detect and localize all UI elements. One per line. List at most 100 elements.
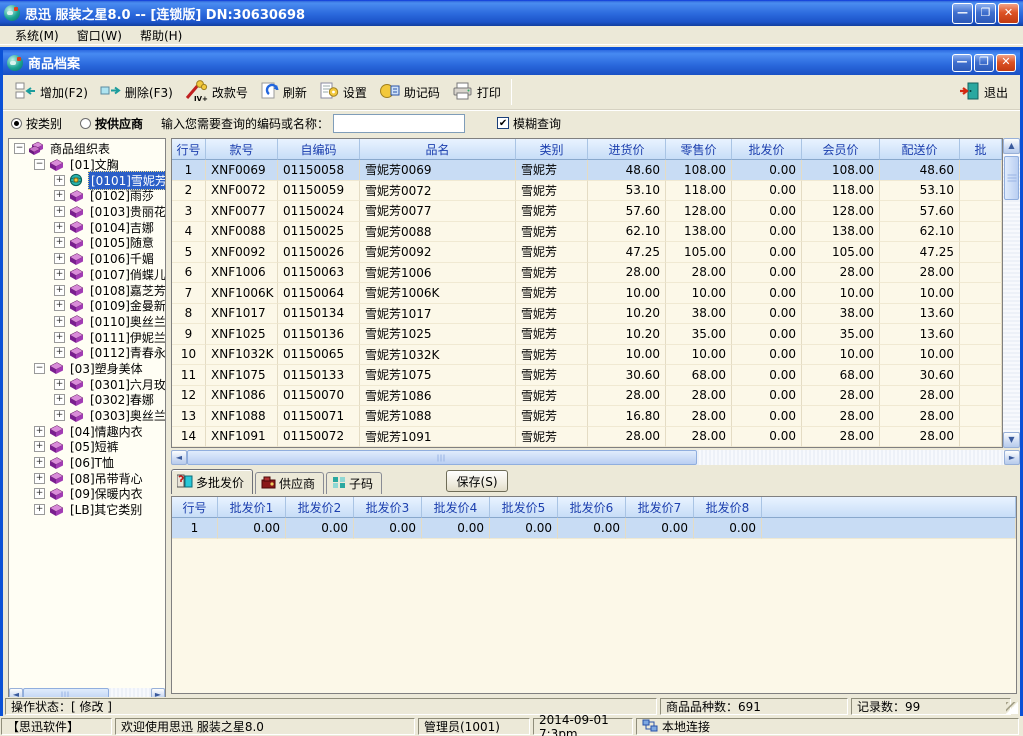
plus-expander-icon[interactable]: + (54, 285, 65, 296)
plus-expander-icon[interactable]: + (54, 237, 65, 248)
by-category-radio[interactable] (11, 118, 22, 129)
plus-expander-icon[interactable]: + (54, 269, 65, 280)
plus-expander-icon[interactable]: + (54, 394, 65, 405)
table-row[interactable]: 5XNF009201150026雪妮芳0092雪妮芳47.25105.000.0… (172, 242, 1002, 263)
mnemonic-button[interactable]: 助记码 (373, 77, 446, 107)
table-row[interactable]: 10.000.000.000.000.000.000.000.00 (172, 518, 1016, 538)
menu-help[interactable]: 帮助(H) (131, 26, 191, 45)
by-supplier-radio[interactable] (80, 118, 91, 129)
refresh-button[interactable]: 刷新 (254, 77, 313, 107)
product-table[interactable]: 行号款号自编码品名类别进货价零售价批发价会员价配送价批1XNF006901150… (171, 138, 1003, 448)
tree-item[interactable]: +[0106]千媚 (9, 251, 165, 267)
tree-item[interactable]: +[09]保暖内衣 (9, 486, 165, 502)
settings-button[interactable]: 设置 (313, 77, 373, 107)
tree-item[interactable]: +[05]短裤 (9, 439, 165, 455)
plus-expander-icon[interactable]: + (54, 316, 65, 327)
plus-expander-icon[interactable]: + (54, 410, 65, 421)
column-header[interactable]: 零售价 (666, 139, 732, 160)
table-row[interactable]: 13XNF108801150071雪妮芳1088雪妮芳16.8028.000.0… (172, 406, 1002, 427)
column-header[interactable]: 会员价 (802, 139, 880, 160)
column-header[interactable]: 批发价8 (694, 497, 762, 518)
tree-item[interactable]: +[0302]春娜 (9, 392, 165, 408)
tab-multi-wholesale[interactable]: 多批发价 (171, 469, 253, 494)
column-header[interactable]: 批发价7 (626, 497, 694, 518)
table-row[interactable]: 2XNF007201150059雪妮芳0072雪妮芳53.10118.000.0… (172, 181, 1002, 202)
tree-item[interactable]: +[0301]六月玫 (9, 376, 165, 392)
plus-expander-icon[interactable]: + (34, 504, 45, 515)
tab-supplier[interactable]: 供应商 (255, 472, 324, 494)
plus-expander-icon[interactable]: + (54, 206, 65, 217)
scroll-up-icon[interactable]: ▲ (1003, 138, 1020, 154)
column-header[interactable]: 类别 (516, 139, 588, 160)
table-row[interactable]: 9XNF102501150136雪妮芳1025雪妮芳10.2035.000.00… (172, 324, 1002, 345)
minus-expander-icon[interactable]: − (14, 143, 25, 154)
table-row[interactable]: 14XNF109101150072雪妮芳1091雪妮芳28.0028.000.0… (172, 427, 1002, 448)
column-header[interactable]: 行号 (172, 497, 218, 518)
column-header[interactable]: 配送价 (880, 139, 960, 160)
plus-expander-icon[interactable]: + (54, 300, 65, 311)
tree-item[interactable]: +[0303]奥丝兰 (9, 408, 165, 424)
resize-grip-icon[interactable] (1006, 702, 1018, 714)
column-header[interactable]: 批发价3 (354, 497, 422, 518)
tree-item[interactable]: +[0103]贵丽花 (9, 204, 165, 220)
table-horizontal-scrollbar[interactable]: ◄ ► (171, 450, 1020, 465)
menu-window[interactable]: 窗口(W) (68, 26, 131, 45)
plus-expander-icon[interactable]: + (34, 426, 45, 437)
column-header[interactable]: 批发价1 (218, 497, 286, 518)
tree-item[interactable]: +[0112]青春永 (9, 345, 165, 361)
menu-system[interactable]: 系统(M) (6, 26, 68, 45)
plus-expander-icon[interactable]: + (34, 441, 45, 452)
plus-expander-icon[interactable]: + (54, 175, 65, 186)
tree-item[interactable]: +[0111]伊妮兰 (9, 329, 165, 345)
column-header[interactable]: 品名 (360, 139, 516, 160)
plus-expander-icon[interactable]: + (54, 190, 65, 201)
table-row[interactable]: 6XNF100601150063雪妮芳1006雪妮芳28.0028.000.00… (172, 263, 1002, 284)
tree-item[interactable]: +[04]情趣内衣 (9, 423, 165, 439)
table-row[interactable]: 12XNF108601150070雪妮芳1086雪妮芳28.0028.000.0… (172, 386, 1002, 407)
search-input[interactable] (333, 114, 465, 133)
table-row[interactable]: 4XNF008801150025雪妮芳0088雪妮芳62.10138.000.0… (172, 222, 1002, 243)
doc-restore-button[interactable]: ❐ (974, 54, 994, 72)
column-header[interactable]: 自编码 (278, 139, 360, 160)
restore-button[interactable]: ❐ (975, 3, 996, 24)
tree-item[interactable]: +[0110]奥丝兰 (9, 314, 165, 330)
table-vertical-scrollbar[interactable]: ▲ ▼ (1003, 138, 1020, 448)
column-header[interactable]: 批发价5 (490, 497, 558, 518)
table-row[interactable]: 8XNF101701150134雪妮芳1017雪妮芳10.2038.000.00… (172, 304, 1002, 325)
exit-button[interactable]: 退出 (953, 77, 1014, 107)
plus-expander-icon[interactable]: + (54, 222, 65, 233)
doc-minimize-button[interactable]: — (952, 54, 972, 72)
tree-item[interactable]: +[LB]其它类别 (9, 502, 165, 518)
column-header[interactable]: 批发价6 (558, 497, 626, 518)
tree-item[interactable]: +[0104]吉娜 (9, 219, 165, 235)
column-header[interactable] (762, 497, 1016, 518)
tree-item[interactable]: +[0108]嘉芝芳 (9, 282, 165, 298)
column-header[interactable]: 行号 (172, 139, 206, 160)
tree-item[interactable]: +[0102]雨莎 (9, 188, 165, 204)
scroll-down-icon[interactable]: ▼ (1003, 432, 1020, 448)
wholesale-table[interactable]: 行号批发价1批发价2批发价3批发价4批发价5批发价6批发价7批发价810.000… (171, 496, 1017, 694)
table-row[interactable]: 11XNF107501150133雪妮芳1075雪妮芳30.6068.000.0… (172, 365, 1002, 386)
minus-expander-icon[interactable]: − (34, 159, 45, 170)
table-row[interactable]: 7XNF1006K01150064雪妮芳1006K雪妮芳10.0010.000.… (172, 283, 1002, 304)
plus-expander-icon[interactable]: + (34, 473, 45, 484)
close-button[interactable]: ✕ (998, 3, 1019, 24)
column-header[interactable]: 批发价2 (286, 497, 354, 518)
column-header[interactable]: 批 (960, 139, 1002, 160)
column-header[interactable]: 批发价 (732, 139, 802, 160)
plus-expander-icon[interactable]: + (54, 253, 65, 264)
minus-expander-icon[interactable]: − (34, 363, 45, 374)
tree-item[interactable]: −商品组织表 (9, 141, 165, 157)
fuzzy-checkbox[interactable]: ✔ (497, 117, 509, 129)
tree-item[interactable]: −[03]塑身美体 (9, 361, 165, 377)
tree-item[interactable]: +[08]吊带背心 (9, 470, 165, 486)
table-row[interactable]: 10XNF1032K01150065雪妮芳1032K雪妮芳10.0010.000… (172, 345, 1002, 366)
doc-close-button[interactable]: ✕ (996, 54, 1016, 72)
tree-item[interactable]: +[06]T恤 (9, 455, 165, 471)
print-button[interactable]: 打印 (446, 77, 507, 107)
plus-expander-icon[interactable]: + (34, 457, 45, 468)
tree-item[interactable]: +[0105]随意 (9, 235, 165, 251)
delete-button[interactable]: 删除(F3) (94, 77, 179, 107)
add-button[interactable]: 增加(F2) (9, 77, 94, 107)
scroll-left-icon[interactable]: ◄ (171, 450, 187, 465)
